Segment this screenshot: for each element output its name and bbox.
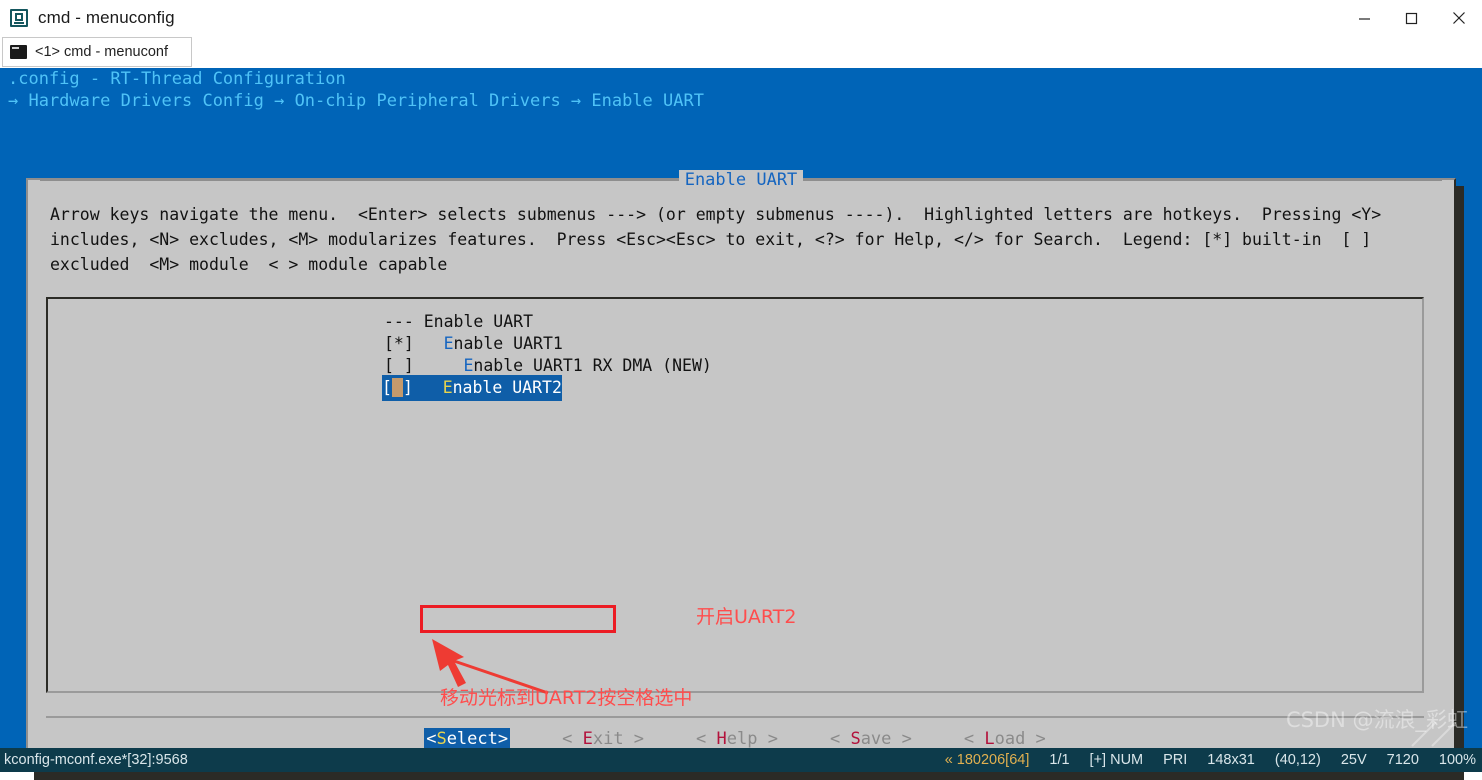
window-title-bar: cmd - menuconfig xyxy=(0,0,1482,36)
status-cursor: (40,12) xyxy=(1274,752,1321,768)
window-title: cmd - menuconfig xyxy=(38,8,175,27)
minimize-icon[interactable] xyxy=(1341,0,1388,36)
help-text: Arrow keys navigate the menu. <Enter> se… xyxy=(50,202,1438,277)
menu-item-bracket-left: [ xyxy=(382,378,392,397)
menu-item-label: nable UART2 xyxy=(452,378,562,397)
dialog-title-text: Enable UART xyxy=(678,170,804,190)
window-controls xyxy=(1341,0,1482,36)
status-flags: [+] NUM xyxy=(1089,752,1144,768)
save-button[interactable]: < Save > xyxy=(830,729,912,749)
menu-item-prefix: [ ] xyxy=(384,356,464,375)
menu-item-bracket-right: ] xyxy=(402,378,443,397)
console-app-icon xyxy=(10,9,28,27)
tab-strip: <1> cmd - menuconf Search 1 xyxy=(0,36,1482,99)
select-hotkey: S xyxy=(436,729,447,749)
status-priority: PRI xyxy=(1163,752,1188,768)
terminal-console[interactable]: .config - RT-Thread Configuration → Hard… xyxy=(0,68,1482,780)
tab-label: <1> cmd - menuconf xyxy=(35,44,168,60)
help-line-3: excluded <M> module < > module capable xyxy=(50,255,448,274)
red-highlight-box xyxy=(420,605,616,633)
app-root: cmd - menuconfig <1> cmd - menuconf Sear… xyxy=(0,0,1482,780)
status-volts: 25V xyxy=(1340,752,1367,768)
menu-item-enable-uart2[interactable]: [] Enable UART2 xyxy=(382,375,562,401)
menu-item-hotkey: E xyxy=(443,334,454,353)
dialog-title: Enable UART xyxy=(28,170,1454,190)
text-cursor-block xyxy=(391,378,403,397)
status-zoom: 100% xyxy=(1438,752,1476,768)
terminal-icon xyxy=(10,45,27,59)
button-bar-rule xyxy=(46,716,1424,718)
annotation-right: 开启UART2 xyxy=(696,606,797,628)
menu-item-label: nable UART1 xyxy=(453,334,563,353)
maximize-icon[interactable] xyxy=(1388,0,1435,36)
menu-item-prefix: [*] xyxy=(384,334,444,353)
status-bar: kconfig-mconf.exe*[32]:9568 « 180206[64]… xyxy=(0,748,1482,772)
annotation-bottom: 移动光标到UART2按空格选中 xyxy=(440,687,693,709)
status-memory: 7120 xyxy=(1386,752,1419,768)
tab-cmd-menuconf[interactable]: <1> cmd - menuconf xyxy=(2,37,192,67)
menu-item-hotkey: E xyxy=(463,356,474,375)
menu-item-prefix: --- xyxy=(384,312,424,331)
menu-item-enable-uart1[interactable]: [*] Enable UART1 xyxy=(384,333,563,355)
menuconfig-dialog: Enable UART Arrow keys navigate the menu… xyxy=(26,170,1456,772)
menu-item-header: --- Enable UART xyxy=(384,311,533,333)
status-right-group: « 180206[64] 1/1 [+] NUM PRI 148x31 (40,… xyxy=(945,752,1476,768)
menu-item-hotkey: E xyxy=(442,378,453,397)
status-size: 148x31 xyxy=(1207,752,1255,768)
help-hotkey: H xyxy=(716,729,727,749)
save-hotkey: S xyxy=(850,729,861,749)
status-pages: 1/1 xyxy=(1049,752,1070,768)
menu-list[interactable]: --- Enable UART [*] Enable UART1 [ ] Ena… xyxy=(46,297,1424,709)
load-button[interactable]: < Load > xyxy=(964,729,1046,749)
load-hotkey: L xyxy=(984,729,995,749)
exit-hotkey: E xyxy=(582,729,593,749)
exit-button[interactable]: < Exit > xyxy=(562,729,644,749)
menu-item-label: nable UART1 RX DMA (NEW) xyxy=(473,356,712,375)
select-button[interactable]: <Select> xyxy=(424,728,511,750)
close-icon[interactable] xyxy=(1435,0,1482,36)
help-line-1: Arrow keys navigate the menu. <Enter> se… xyxy=(50,205,1382,224)
breadcrumb: → Hardware Drivers Config → On-chip Peri… xyxy=(8,91,704,111)
status-process: kconfig-mconf.exe*[32]:9568 xyxy=(4,752,188,768)
menu-item-enable-uart1-rx-dma[interactable]: [ ] Enable UART1 RX DMA (NEW) xyxy=(384,355,712,377)
help-line-2: includes, <N> excludes, <M> modularizes … xyxy=(50,230,1372,249)
menu-item-label: Enable UART xyxy=(423,312,534,331)
status-build: « 180206[64] xyxy=(944,752,1030,768)
help-button[interactable]: < Help > xyxy=(696,729,778,749)
config-title: .config - RT-Thread Configuration xyxy=(8,69,346,89)
